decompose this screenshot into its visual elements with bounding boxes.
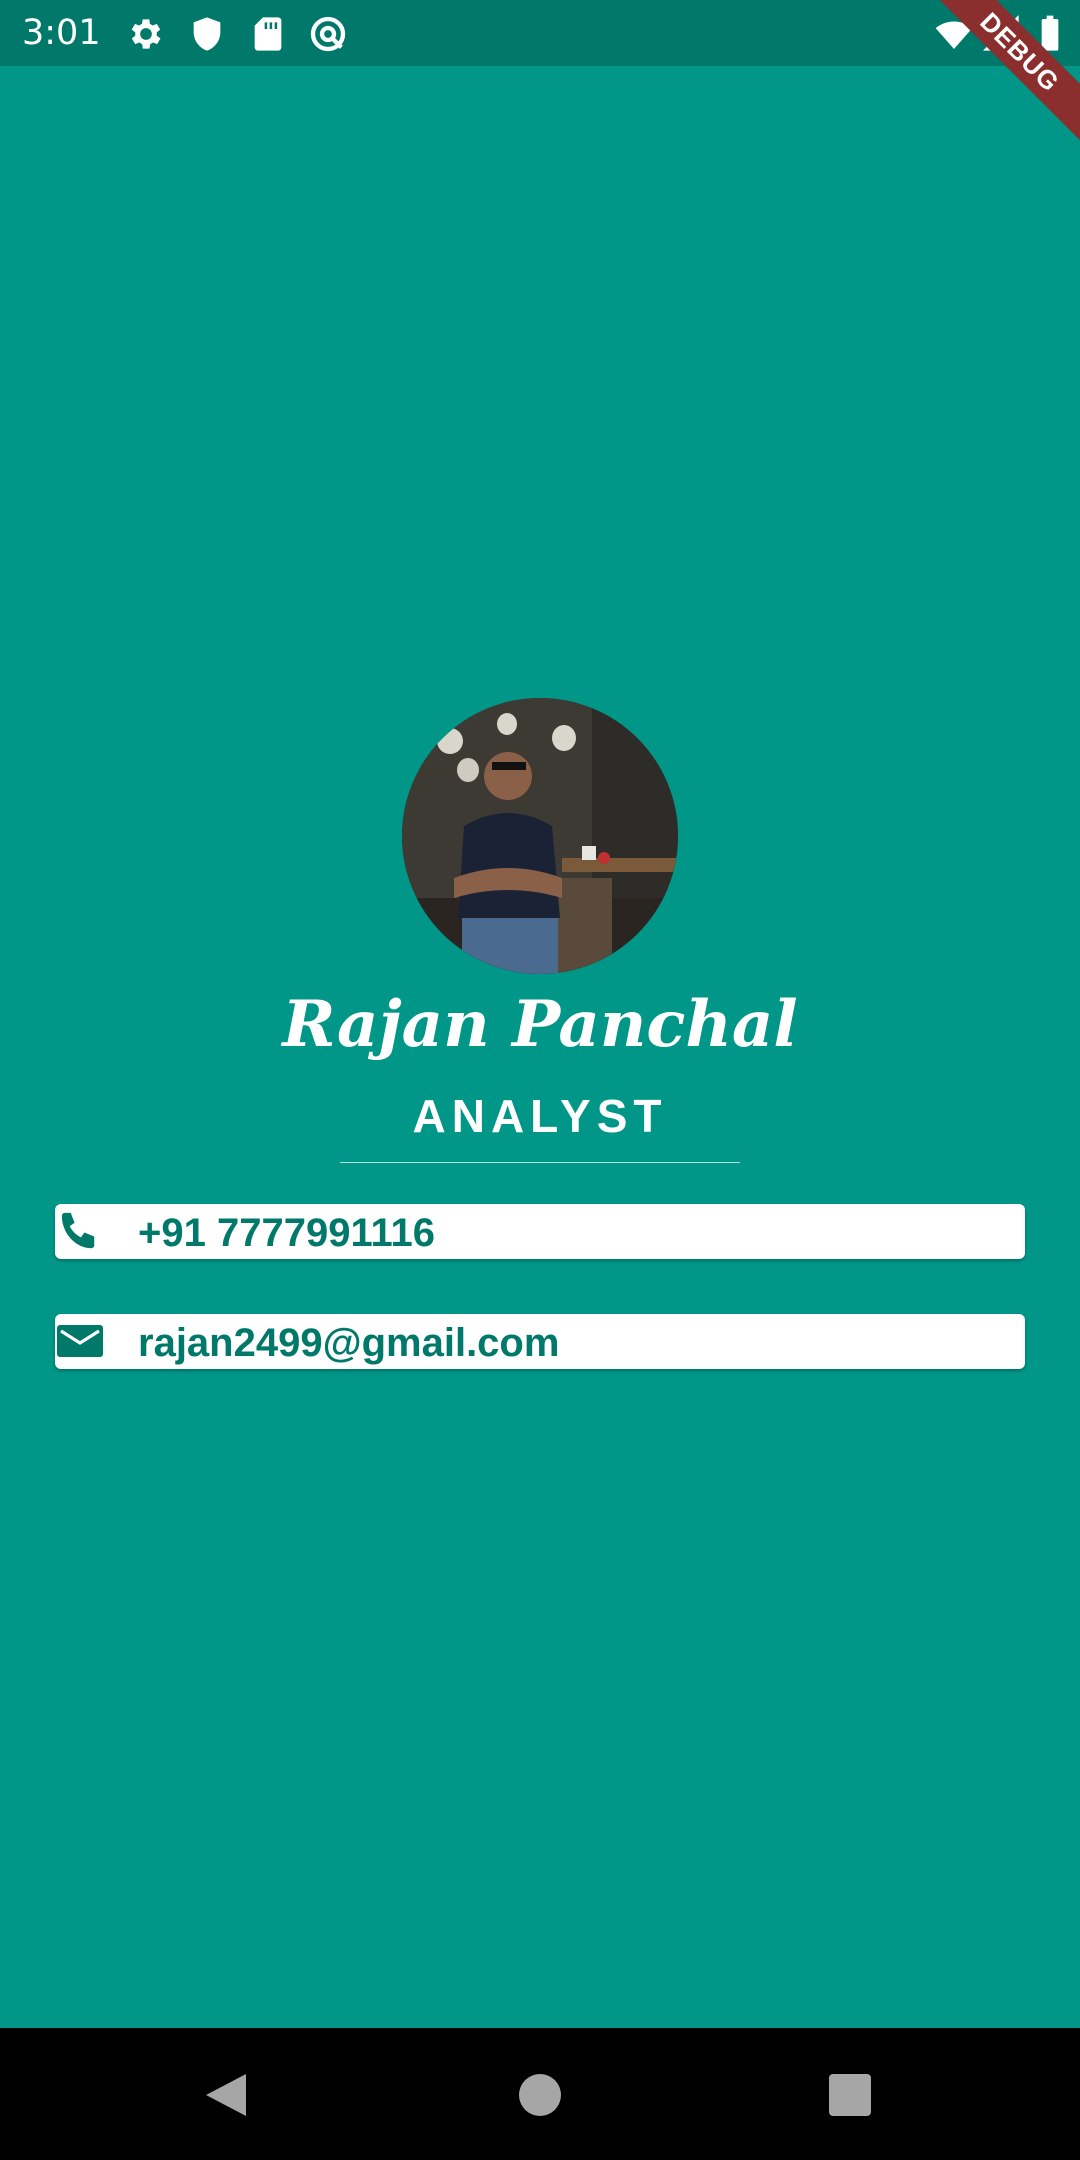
email-card[interactable]: rajan2499@gmail.com [55,1314,1025,1369]
phone-number: +91 7777991116 [138,1211,436,1255]
home-button[interactable] [513,2068,567,2122]
status-bar: 3:01 [0,0,1080,66]
email-address: rajan2499@gmail.com [138,1321,560,1365]
shield-icon [187,14,227,54]
mail-icon [55,1321,105,1361]
status-time: 3:01 [22,13,101,53]
profile-title: ANALYST [412,1090,668,1142]
divider [340,1162,740,1163]
sd-card-icon [248,14,288,54]
profile-name: Rajan Panchal [282,987,798,1062]
phone-icon [55,1211,105,1251]
avatar [402,698,678,974]
gear-icon [126,14,166,54]
back-button[interactable] [198,2068,252,2122]
phone-card[interactable]: +91 7777991116 [55,1204,1025,1259]
navigation-bar [0,2028,1080,2160]
at-sign-icon [308,14,348,54]
recents-button[interactable] [823,2068,877,2122]
